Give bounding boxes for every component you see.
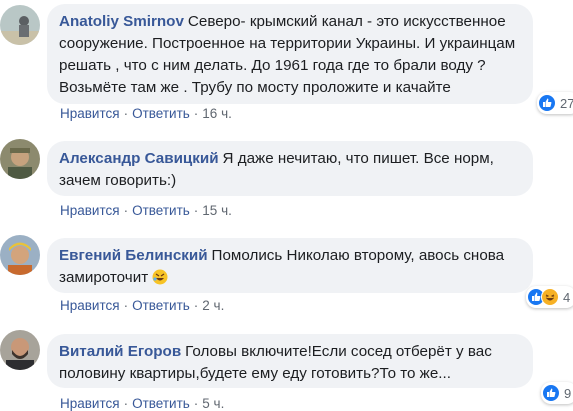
separator: ·: [193, 203, 199, 218]
haha-icon: [541, 288, 559, 306]
reply-link[interactable]: Ответить: [132, 106, 190, 121]
comment-author[interactable]: Александр Савицкий: [59, 150, 219, 167]
avatar[interactable]: [0, 139, 40, 179]
separator: ·: [193, 396, 199, 411]
comment-actions: Нравится · Ответить · 5 ч.: [60, 396, 224, 411]
comment-bubble: Александр Савицкий Я даже нечитаю, что пи…: [47, 141, 533, 196]
comment-time[interactable]: 16 ч.: [202, 106, 232, 121]
reaction-count: 9: [564, 385, 572, 401]
separator: ·: [123, 396, 129, 411]
reaction-count: 4: [563, 289, 571, 305]
like-link[interactable]: Нравится: [60, 298, 120, 313]
like-link[interactable]: Нравится: [60, 203, 120, 218]
separator: ·: [123, 203, 129, 218]
separator: ·: [123, 106, 129, 121]
comment-actions: Нравится · Ответить · 16 ч.: [60, 106, 232, 121]
rofl-emoji: [152, 269, 168, 292]
like-link[interactable]: Нравится: [60, 396, 120, 411]
reply-link[interactable]: Ответить: [132, 396, 190, 411]
reaction-summary[interactable]: 9: [541, 382, 573, 404]
separator: ·: [193, 298, 199, 313]
comment-time[interactable]: 2 ч.: [202, 298, 224, 313]
comment-bubble: Anatoliy Smirnov Северо- крымский канал -…: [47, 4, 533, 104]
separator: ·: [193, 106, 199, 121]
comment-bubble: Виталий Егоров Головы включите!Если сосед…: [47, 334, 533, 388]
avatar[interactable]: [0, 5, 40, 45]
reaction-count: 27: [560, 95, 573, 111]
like-icon: [538, 94, 556, 112]
reaction-summary[interactable]: 4: [526, 286, 573, 308]
like-link[interactable]: Нравится: [60, 106, 120, 121]
reply-link[interactable]: Ответить: [132, 298, 190, 313]
comment-author[interactable]: Евгений Белинский: [59, 247, 208, 264]
comment-author[interactable]: Anatoliy Smirnov: [59, 13, 184, 30]
reaction-summary[interactable]: 27: [537, 92, 573, 114]
avatar[interactable]: [0, 235, 40, 275]
avatar[interactable]: [0, 330, 40, 370]
comment-actions: Нравится · Ответить · 15 ч.: [60, 203, 232, 218]
comment-author[interactable]: Виталий Егоров: [59, 343, 181, 360]
comment-time[interactable]: 15 ч.: [202, 203, 232, 218]
comment-bubble: Евгений Белинский Помолись Николаю втором…: [47, 238, 533, 293]
comment-time[interactable]: 5 ч.: [202, 396, 224, 411]
like-icon: [542, 384, 560, 402]
comment-actions: Нравится · Ответить · 2 ч.: [60, 298, 224, 313]
separator: ·: [123, 298, 129, 313]
reply-link[interactable]: Ответить: [132, 203, 190, 218]
